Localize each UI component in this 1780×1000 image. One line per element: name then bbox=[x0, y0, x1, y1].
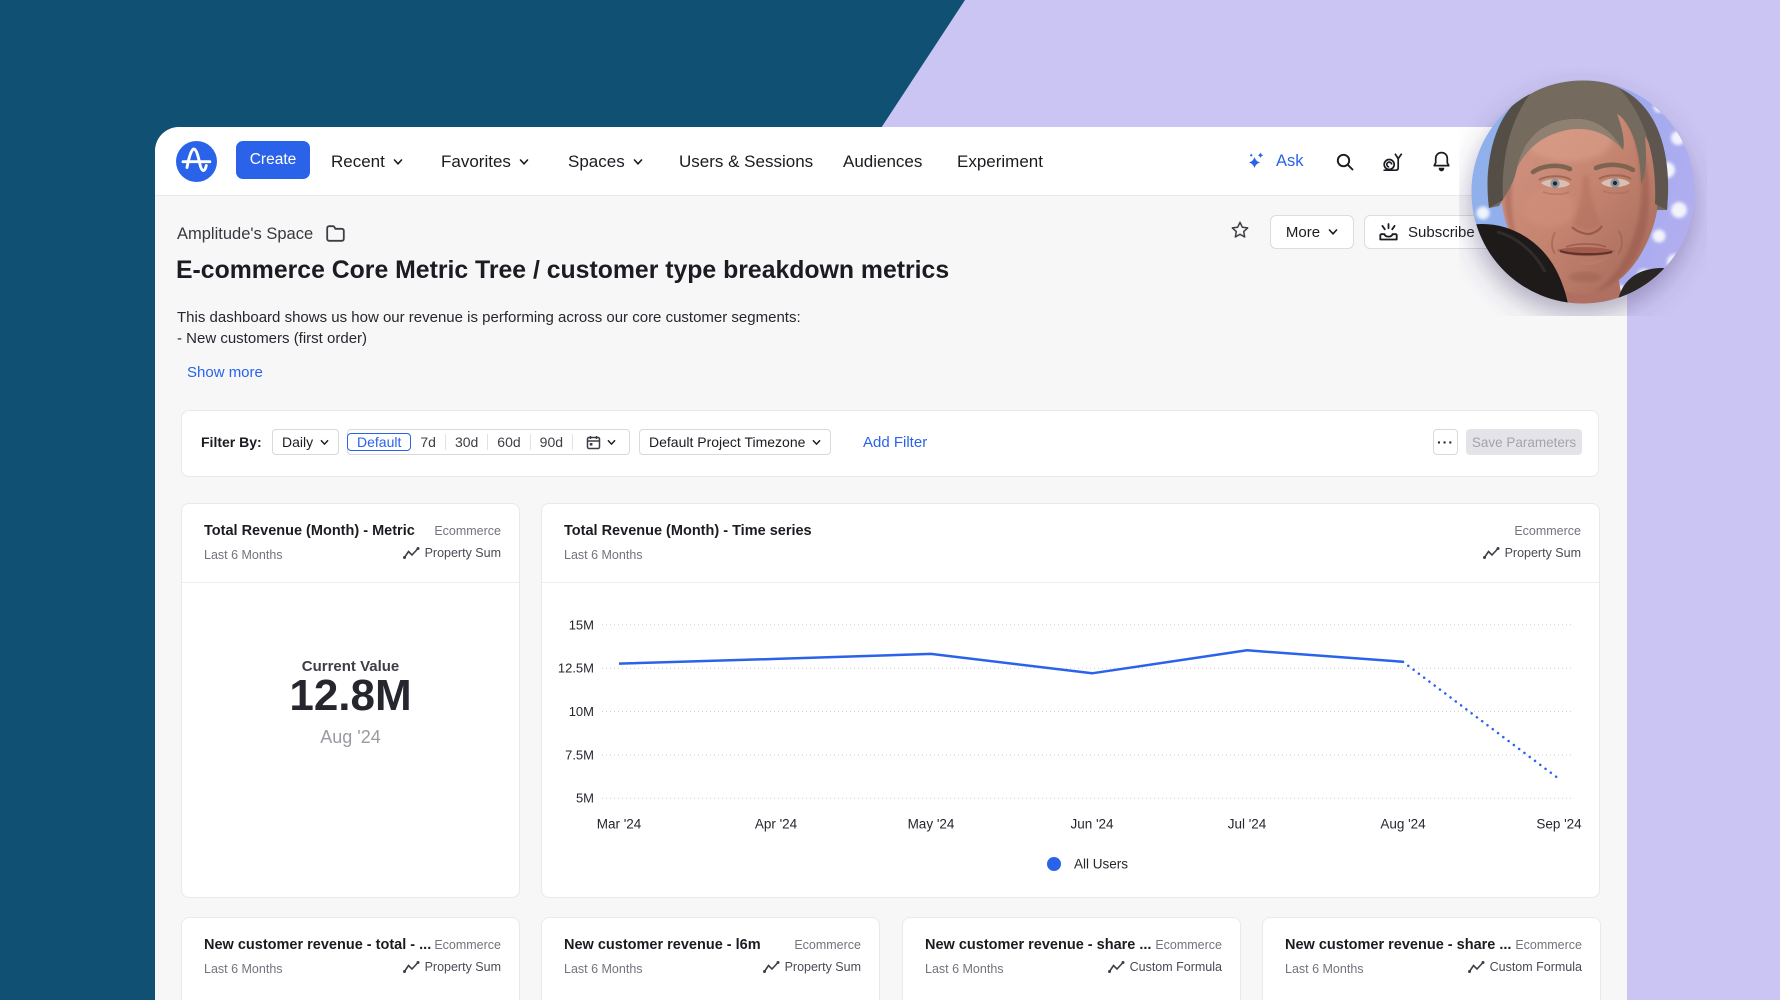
svg-text:15M: 15M bbox=[569, 617, 594, 632]
svg-text:Sep '24: Sep '24 bbox=[1536, 817, 1582, 832]
svg-text:7.5M: 7.5M bbox=[565, 747, 594, 762]
svg-text:Mar '24: Mar '24 bbox=[597, 817, 642, 832]
svg-text:Aug '24: Aug '24 bbox=[1380, 817, 1426, 832]
svg-text:5M: 5M bbox=[576, 791, 594, 806]
svg-text:12.5M: 12.5M bbox=[558, 661, 594, 676]
svg-text:Apr '24: Apr '24 bbox=[755, 817, 798, 832]
svg-text:Jul '24: Jul '24 bbox=[1228, 817, 1267, 832]
svg-text:All Users: All Users bbox=[1074, 857, 1128, 872]
svg-text:May '24: May '24 bbox=[908, 817, 955, 832]
svg-text:Jun '24: Jun '24 bbox=[1070, 817, 1114, 832]
svg-text:10M: 10M bbox=[569, 704, 594, 719]
